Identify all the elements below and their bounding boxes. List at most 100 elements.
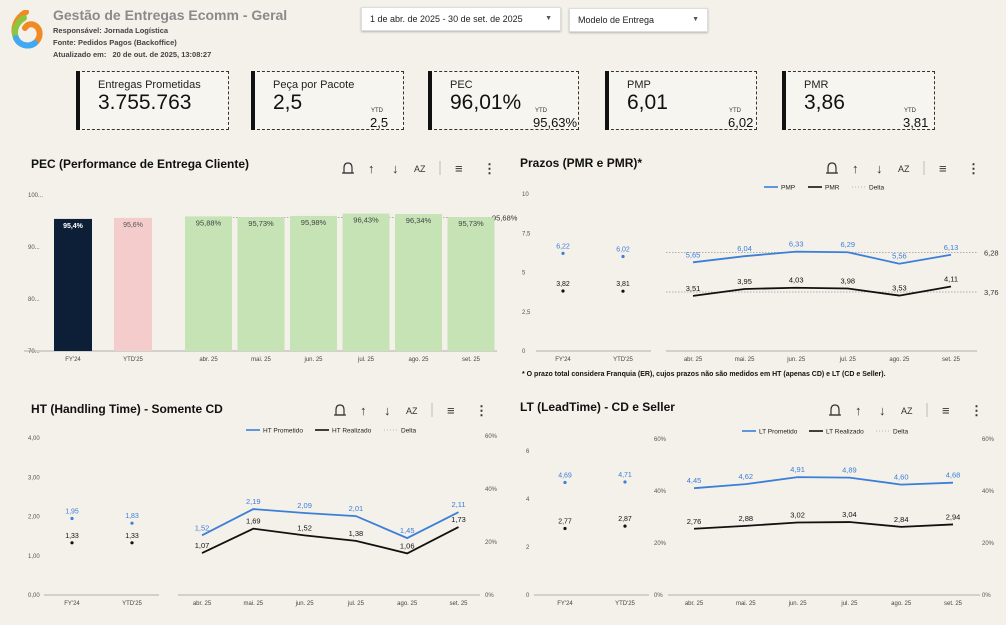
y-tick-label: 3,00 [28, 475, 40, 481]
point-label: 2,09 [297, 501, 312, 510]
ytd-point [621, 289, 625, 293]
sort-desc-icon[interactable]: ↓ [876, 161, 883, 176]
sort-az-icon[interactable]: AZ [406, 406, 418, 416]
ytd-point [623, 480, 627, 484]
date-range-picker[interactable]: 1 de abr. de 2025 - 30 de set. de 2025 ▼ [361, 7, 561, 31]
point-label: 6,29 [840, 240, 855, 249]
legend-label-2: HT Realizado [332, 428, 372, 435]
month-bar [237, 217, 285, 351]
kpi-card-pmr: PMR 3,86 YTD 3,81 [782, 71, 935, 130]
point-label: 3,04 [842, 510, 857, 519]
lt-line-chart: 6 4 2 0 60% 40% 20% 0% LT Prometido LT Realizado D… [526, 429, 995, 608]
point-label: 1,07 [195, 541, 210, 550]
point-label: 3,95 [737, 277, 752, 286]
point-label: 1,38 [349, 529, 364, 538]
point-label: 6,33 [789, 240, 804, 249]
kpi-card-peca-pacote: Peça por Pacote 2,5 YTD 2,5 [251, 71, 404, 130]
filter-icon[interactable]: ≡ [447, 403, 455, 418]
alert-icon[interactable] [829, 404, 841, 416]
point-label: 1,52 [195, 523, 210, 532]
sort-az-icon[interactable]: AZ [414, 164, 426, 174]
y2-tick-label: 60% [654, 437, 667, 443]
ytd-point [561, 289, 565, 293]
x-tick-label: YTD'25 [613, 357, 633, 363]
more-icon[interactable]: ⋮ [967, 161, 980, 176]
x-tick-label: set. 25 [944, 601, 963, 607]
toolbar-icons: ↑ ↓ AZ ≡ ⋮ [334, 403, 488, 418]
more-icon[interactable]: ⋮ [483, 161, 496, 176]
ytd-point-label: 1,83 [125, 513, 139, 520]
x-tick-label: abr. 25 [684, 357, 703, 363]
kpi-ytd-value: 95,63% [533, 115, 578, 130]
responsavel-text: Responsável: Jornada Logística [53, 26, 169, 35]
y2-tick-label: 0% [485, 593, 494, 599]
month-bar-label: 95,88% [196, 218, 222, 227]
sort-asc-icon[interactable]: ↑ [368, 161, 375, 176]
alert-icon-shape [343, 162, 353, 174]
toolbar-icons: ↑ ↓ AZ ≡ ⋮ [826, 161, 980, 176]
point-label: 2,84 [894, 515, 909, 524]
sort-asc-icon[interactable]: ↑ [852, 161, 859, 176]
kpi-card-pmp: PMP 6,01 YTD 6,02 [605, 71, 757, 130]
y2-tick-label-right: 0% [982, 593, 991, 599]
reference-label: 95,68% [492, 213, 518, 222]
sort-asc-icon[interactable]: ↑ [855, 403, 862, 418]
y-tick-label: 0 [526, 593, 530, 599]
date-range-value: 1 de abr. de 2025 - 30 de set. de 2025 [370, 14, 523, 24]
sort-az-icon[interactable]: AZ [901, 406, 913, 416]
point-label: 4,68 [946, 471, 961, 480]
alert-icon[interactable] [826, 162, 838, 174]
more-icon[interactable]: ⋮ [475, 403, 488, 418]
ytd-bar [54, 218, 92, 351]
modelo-entrega-select[interactable]: Modelo de Entrega ▼ [569, 8, 708, 32]
ytd-point [561, 251, 565, 255]
y-tick-label: 2 [526, 545, 530, 551]
x-tick-label: set. 25 [942, 357, 961, 363]
ytd-point-label: 2,87 [618, 516, 632, 523]
point-label: 4,91 [790, 465, 805, 474]
sort-az-icon[interactable]: AZ [898, 164, 910, 174]
point-label: 4,62 [738, 472, 753, 481]
month-bar-label: 96,34% [406, 216, 432, 225]
filter-icon[interactable]: ≡ [455, 161, 463, 176]
kpi-card-pec: PEC 96,01% YTD 95,63% [428, 71, 579, 130]
x-tick-label: jul. 25 [840, 601, 858, 607]
prazos-chart-title: Prazos (PMR e PMR)* [520, 156, 643, 170]
sort-desc-icon[interactable]: ↓ [879, 403, 886, 418]
alert-icon[interactable] [342, 162, 354, 174]
x-tick-label: set. 25 [449, 601, 468, 607]
alert-icon[interactable] [334, 404, 346, 416]
series-line-1 [201, 508, 459, 540]
y-tick-label: 80... [28, 297, 40, 303]
x-tick-label: mai. 25 [251, 357, 271, 363]
kpi-ytd-label: YTD [729, 108, 741, 114]
point-label: 4,89 [842, 466, 857, 475]
series-line-2 [693, 521, 954, 530]
company-logo [8, 9, 44, 50]
updated-at: Atualizado em: 20 de out. de 2025, 13:08… [53, 50, 211, 59]
point-label: 2,76 [687, 517, 702, 526]
ytd-point-label: 6,22 [556, 243, 570, 250]
series-line-2 [692, 285, 952, 297]
sort-desc-icon[interactable]: ↓ [384, 403, 391, 418]
ht-chart-title: HT (Handling Time) - Somente CD [31, 402, 223, 416]
kpi-value: 6,01 [627, 91, 668, 114]
series-line-1 [692, 250, 952, 265]
kpi-accent-bar [76, 71, 80, 130]
filter-icon[interactable]: ≡ [939, 161, 947, 176]
reference-label: 6,28 [984, 248, 999, 257]
month-bar [395, 214, 442, 351]
sort-asc-icon[interactable]: ↑ [360, 403, 367, 418]
lt-chart-toolbar: ↑ ↓ AZ ≡ ⋮ [825, 402, 985, 418]
month-bar [342, 213, 390, 351]
y2-tick-label: 40% [485, 487, 498, 493]
y-tick-label: 0,00 [28, 593, 40, 599]
kpi-accent-bar [782, 71, 786, 130]
kpi-ytd-label: YTD [904, 108, 916, 114]
sort-desc-icon[interactable]: ↓ [392, 161, 399, 176]
ytd-bar [114, 217, 152, 351]
more-icon[interactable]: ⋮ [970, 403, 983, 418]
legend-label-2: PMR [825, 185, 840, 192]
filter-icon[interactable]: ≡ [942, 403, 950, 418]
x-tick-label: abr. 25 [193, 601, 212, 607]
